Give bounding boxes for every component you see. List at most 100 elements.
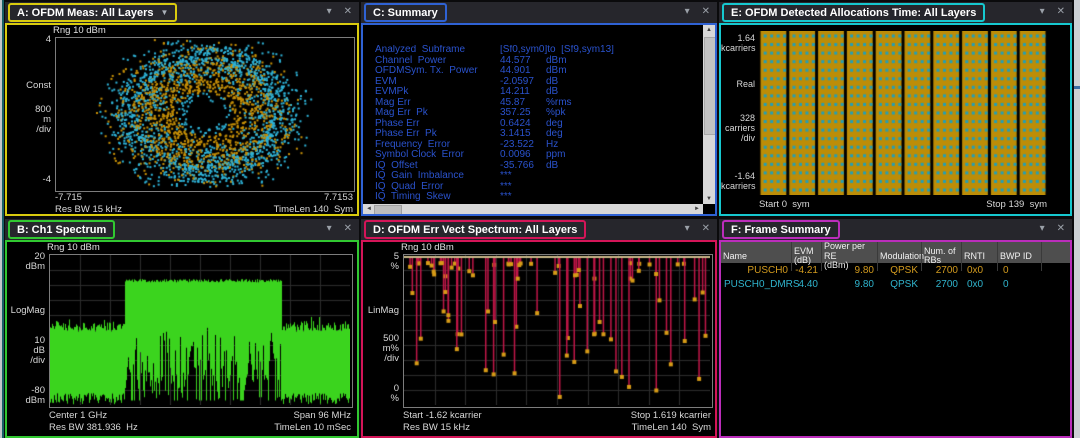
err-vect-plot[interactable] — [403, 254, 713, 408]
scroll-right-icon[interactable]: ► — [691, 204, 703, 214]
panel-b-title-tab[interactable]: B: Ch1 Spectrum — [8, 220, 115, 239]
allocations-canvas[interactable] — [759, 31, 1047, 195]
panel-a-content: Rng 10 dBm 4 Const 800 m /div -4 -7.715 … — [5, 23, 359, 216]
panel-e-titlebar[interactable]: E: OFDM Detected Allocations Time: All L… — [719, 2, 1072, 23]
panel-f-titlebar[interactable]: F: Frame Summary ▾ ✕ — [719, 219, 1072, 240]
range-label: Rng 10 dBm — [401, 242, 454, 253]
window-right-scroll-strip[interactable] — [1074, 0, 1080, 438]
panel-b-content: Rng 10 dBm 20 dBm LogMag 10 dB /div -80 … — [5, 240, 359, 438]
summary-rows: Analyzed Subframe[Sf0,sym0]to [Sf9,sym13… — [375, 45, 699, 202]
frame-summary-row[interactable]: PUSCH0_DMRS4.409.80QPSK27000x00 — [721, 277, 1070, 291]
spectrum-canvas[interactable] — [50, 255, 350, 405]
frame-summary-cell: 9.80 — [821, 279, 877, 290]
y-axis-scale-label: 800 m /div — [7, 105, 51, 135]
y-axis-top-label: 5 % — [363, 252, 399, 272]
frame-summary-cell: 0 — [997, 265, 1041, 276]
panel-d-err-vect-spectrum: D: OFDM Err Vect Spectrum: All Layers ▾ … — [361, 219, 717, 438]
panel-b-titlebar[interactable]: B: Ch1 Spectrum ▾ ✕ — [5, 219, 359, 240]
frame-summary-body: PUSCH0-4.219.80QPSK27000x00PUSCH0_DMRS4.… — [721, 263, 1070, 291]
panel-e-title: E: OFDM Detected Allocations Time: All L… — [731, 6, 976, 20]
timelen-label: TimeLen 10 mSec — [274, 422, 351, 433]
err-vect-canvas[interactable] — [404, 255, 710, 405]
res-bw-label: Res BW 15 kHz — [55, 204, 122, 215]
panel-c-title-tab[interactable]: C: Summary — [364, 3, 447, 22]
panel-f-title: F: Frame Summary — [731, 223, 831, 237]
range-label: Rng 10 dBm — [53, 25, 106, 36]
summary-row: Phase Err Pk3.1415deg — [375, 129, 699, 140]
frame-summary-header-cell[interactable] — [1041, 242, 1070, 271]
panel-c-summary: C: Summary ▾ ✕ Analyzed Subframe[Sf0,sym… — [361, 2, 717, 216]
y-axis-bottom-label: -80 dBm — [7, 386, 45, 406]
frame-summary-cell: -4.21 — [791, 265, 821, 276]
window-menu-icon[interactable]: ▾ — [327, 5, 332, 19]
y-axis-scale-label: 500 m% /div — [363, 334, 399, 364]
scrollbar-thumb[interactable] — [704, 37, 716, 135]
frame-summary-cell: 0x0 — [961, 265, 997, 276]
x-axis-stop-label: 7.7153 — [324, 192, 353, 203]
timelen-label: TimeLen 140 Sym — [632, 422, 711, 433]
scroll-down-icon[interactable]: ▼ — [703, 194, 715, 204]
window-menu-icon[interactable]: ▾ — [685, 222, 690, 236]
constellation-plot[interactable] — [55, 37, 355, 192]
summary-row: EVMPk14.211dB — [375, 87, 699, 98]
panel-d-content: Rng 10 dBm 5 % LinMag 500 m% /div 0 % St… — [361, 240, 717, 438]
frame-summary-table: NameEVM (dB)Power per RE (dBm)Modulation… — [721, 242, 1070, 291]
close-icon[interactable]: ✕ — [702, 222, 710, 236]
y-axis-scale-label: 10 dB /div — [7, 336, 45, 366]
scrollbar-thumb[interactable] — [374, 205, 402, 215]
y-axis-bottom-label: -4 — [7, 175, 51, 185]
close-icon[interactable]: ✕ — [1057, 5, 1065, 19]
y-axis-type-label: LogMag — [7, 306, 45, 316]
y-axis-scale-label: 328 carriers /div — [721, 113, 755, 143]
panel-a-title-tab[interactable]: A: OFDM Meas: All Layers ▼ — [8, 3, 177, 22]
frame-summary-cell: 0x0 — [961, 279, 997, 290]
window-menu-icon[interactable]: ▾ — [1040, 222, 1045, 236]
spectrum-plot[interactable] — [49, 254, 353, 408]
scroll-up-icon[interactable]: ▲ — [703, 25, 715, 35]
panel-c-titlebar[interactable]: C: Summary ▾ ✕ — [361, 2, 717, 23]
allocations-plot[interactable] — [759, 31, 1047, 200]
summary-horizontal-scrollbar[interactable]: ◄ ► — [363, 204, 703, 214]
panel-c-title: C: Summary — [373, 6, 438, 20]
y-axis-bottom-label: 0 % — [363, 384, 399, 404]
window-menu-icon[interactable]: ▾ — [327, 222, 332, 236]
frame-summary-cell: PUSCH0 — [721, 265, 791, 276]
close-icon[interactable]: ✕ — [344, 5, 352, 19]
y-axis-type-label: LinMag — [363, 306, 399, 316]
span-label: Span 96 MHz — [293, 410, 351, 421]
constellation-canvas[interactable] — [56, 38, 352, 189]
x-axis-start-label: Start -1.62 kcarrier — [403, 410, 482, 421]
panel-f-title-tab[interactable]: F: Frame Summary — [722, 220, 840, 239]
scroll-tick — [1074, 86, 1080, 89]
panel-e-title-tab[interactable]: E: OFDM Detected Allocations Time: All L… — [722, 3, 985, 22]
summary-row: EVM-2.0597dB — [375, 77, 699, 88]
x-axis-stop-label: Stop 1.619 kcarrier — [631, 410, 711, 421]
panel-e-content: 1.64 kcarriers Real 328 carriers /div -1… — [719, 23, 1072, 216]
close-icon[interactable]: ✕ — [344, 222, 352, 236]
frame-summary-cell: QPSK — [877, 279, 921, 290]
panel-f-content: NameEVM (dB)Power per RE (dBm)Modulation… — [719, 240, 1072, 438]
frame-summary-row[interactable]: PUSCH0-4.219.80QPSK27000x00 — [721, 263, 1070, 277]
window-left-border — [2, 0, 4, 438]
close-icon[interactable]: ✕ — [1057, 222, 1065, 236]
timelen-label: TimeLen 140 Sym — [274, 204, 353, 215]
panel-d-titlebar[interactable]: D: OFDM Err Vect Spectrum: All Layers ▾ … — [361, 219, 717, 240]
y-axis-top-label: 1.64 kcarriers — [721, 33, 755, 53]
panel-d-title-tab[interactable]: D: OFDM Err Vect Spectrum: All Layers — [364, 220, 586, 239]
frame-summary-cell: 0 — [997, 279, 1041, 290]
window-menu-icon[interactable]: ▾ — [1040, 5, 1045, 19]
y-axis-type-label: Const — [7, 81, 51, 91]
summary-vertical-scrollbar[interactable]: ▲ ▼ — [703, 25, 715, 204]
res-bw-label: Res BW 15 kHz — [403, 422, 470, 433]
summary-row: Analyzed Subframe[Sf0,sym0]to [Sf9,sym13… — [375, 45, 699, 56]
window-menu-icon[interactable]: ▾ — [685, 5, 690, 19]
chevron-down-icon[interactable]: ▼ — [161, 9, 169, 17]
x-axis-start-label: Start 0 sym — [759, 199, 810, 210]
range-label: Rng 10 dBm — [47, 242, 100, 253]
frame-summary-cell: 2700 — [921, 279, 961, 290]
panel-a-titlebar[interactable]: A: OFDM Meas: All Layers ▼ ▾ ✕ — [5, 2, 359, 23]
x-axis-stop-label: Stop 139 sym — [986, 199, 1047, 210]
panel-d-title: D: OFDM Err Vect Spectrum: All Layers — [373, 223, 577, 237]
summary-row: OFDMSym. Tx. Power44.901dBm — [375, 66, 699, 77]
close-icon[interactable]: ✕ — [702, 5, 710, 19]
